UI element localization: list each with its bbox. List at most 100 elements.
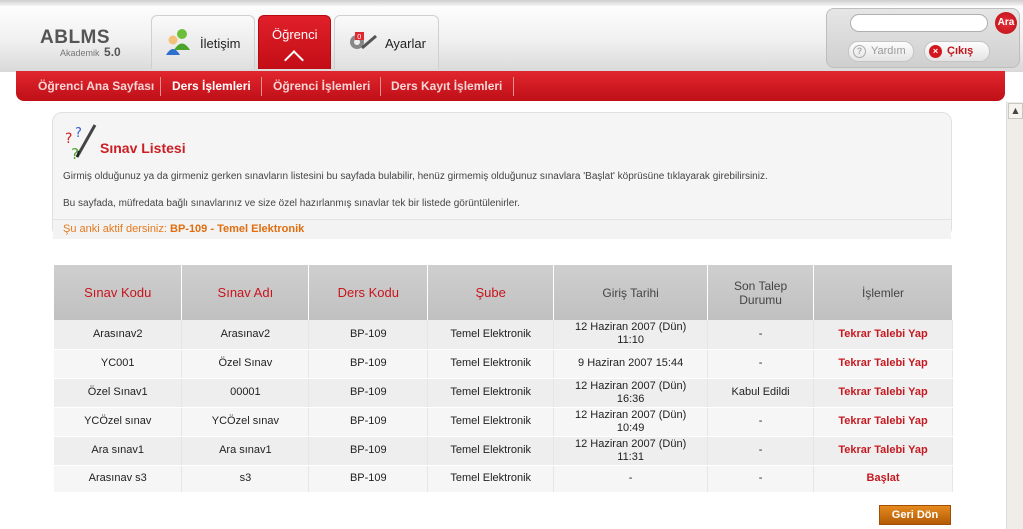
- search-button[interactable]: Ara: [995, 12, 1017, 34]
- page-title: Sınav Listesi: [100, 140, 186, 156]
- panel-description-1: Girmiş olduğunuz ya da girmeniz gerken s…: [63, 171, 768, 182]
- column-header-islemler: İşlemler: [813, 265, 953, 320]
- cell-request-status: -: [707, 320, 815, 350]
- column-header-sinav-adi[interactable]: Sınav Adı: [181, 265, 310, 320]
- cell-exam-code: Arasınav2: [54, 320, 183, 350]
- cell-exam-name: YCÖzel sınav: [181, 407, 310, 437]
- active-course-label: Şu anki aktif dersiniz:: [63, 223, 167, 235]
- cell-exam-code: YCÖzel sınav: [54, 407, 183, 437]
- cell-course-code: BP-109: [308, 349, 429, 379]
- cell-entry-date: 12 Haziran 2007 (Dün) 11:31: [553, 436, 709, 466]
- cell-request-status: -: [707, 407, 815, 437]
- column-header-son-talep-durumu: Son Talep Durumu: [707, 265, 815, 320]
- cell-exam-name: s3: [181, 465, 310, 493]
- close-icon: ×: [929, 45, 942, 58]
- info-panel: ? ? ? Sınav Listesi Girmiş olduğunuz ya …: [52, 112, 952, 239]
- search-input[interactable]: [850, 14, 988, 32]
- cell-exam-name: 00001: [181, 378, 310, 408]
- subnav-item-ogrenci-islemleri[interactable]: Öğrenci İşlemleri: [273, 71, 370, 101]
- exam-table: Sınav Kodu Sınav Adı Ders Kodu Şube Giri…: [54, 265, 953, 493]
- subnav-divider: [513, 77, 514, 96]
- tab-ayarlar[interactable]: 0 Ayarlar: [334, 15, 439, 69]
- request-retake-link[interactable]: Tekrar Talebi Yap: [813, 378, 953, 408]
- column-header-giris-tarihi: Giriş Tarihi: [553, 265, 709, 320]
- svg-text:?: ?: [75, 126, 82, 141]
- cell-branch: Temel Elektronik: [427, 436, 555, 466]
- cell-entry-date: 12 Haziran 2007 (Dün) 11:10: [553, 320, 709, 350]
- cell-branch: Temel Elektronik: [427, 407, 555, 437]
- subnav-item-ogrenci-ana-sayfasi[interactable]: Öğrenci Ana Sayfası: [38, 71, 154, 101]
- subnav-item-ders-kayit-islemleri[interactable]: Ders Kayıt İşlemleri: [391, 71, 502, 101]
- cell-branch: Temel Elektronik: [427, 378, 555, 408]
- cell-request-status: -: [707, 349, 815, 379]
- cell-entry-date: 12 Haziran 2007 (Dün) 16:36: [553, 378, 709, 408]
- cell-course-code: BP-109: [308, 320, 429, 350]
- request-retake-link[interactable]: Tekrar Talebi Yap: [813, 349, 953, 379]
- table-row: Ara sınav1 Ara sınav1 BP-109 Temel Elekt…: [54, 436, 953, 466]
- cell-exam-code: Ara sınav1: [54, 436, 183, 466]
- search-panel: Ara ? Yardım × Çıkış: [826, 8, 1020, 68]
- cell-branch: Temel Elektronik: [427, 349, 555, 379]
- column-header-sube[interactable]: Şube: [427, 265, 555, 320]
- table-row: YCÖzel sınav YCÖzel sınav BP-109 Temel E…: [54, 407, 953, 437]
- cell-exam-code: YC001: [54, 349, 183, 379]
- top-header: ABLMS Akademik 5.0 İletişim Öğrenci 0 Ay…: [0, 0, 1023, 72]
- subnav-divider: [380, 77, 381, 96]
- cell-exam-name: Arasınav2: [181, 320, 310, 350]
- cell-exam-name: Özel Sınav: [181, 349, 310, 379]
- tab-ogrenci[interactable]: Öğrenci: [258, 15, 331, 70]
- help-label: Yardım: [871, 45, 906, 57]
- panel-description-2: Bu sayfada, müfredata bağlı sınavlarınız…: [63, 198, 520, 209]
- help-icon: ?: [853, 45, 866, 58]
- quiz-pencil-icon: ? ? ?: [63, 121, 99, 165]
- cell-course-code: BP-109: [308, 407, 429, 437]
- column-header-ders-kodu[interactable]: Ders Kodu: [308, 265, 429, 320]
- table-row: Özel Sınav1 00001 BP-109 Temel Elektroni…: [54, 378, 953, 408]
- help-button[interactable]: ? Yardım: [848, 41, 914, 62]
- cell-exam-code: Özel Sınav1: [54, 378, 183, 408]
- logo-sub: Akademik 5.0: [60, 45, 121, 59]
- cell-course-code: BP-109: [308, 378, 429, 408]
- subnav-divider: [160, 77, 161, 96]
- svg-text:0: 0: [357, 33, 361, 41]
- active-course-bar: Şu anki aktif dersiniz: BP-109 - Temel E…: [53, 219, 951, 239]
- logout-button[interactable]: × Çıkış: [924, 41, 990, 62]
- app-logo[interactable]: ABLMS Akademik 5.0: [40, 27, 121, 59]
- cell-request-status: -: [707, 436, 815, 466]
- cell-branch: Temel Elektronik: [427, 465, 555, 493]
- subnav-item-ders-islemleri[interactable]: Ders İşlemleri: [172, 71, 251, 101]
- request-retake-link[interactable]: Tekrar Talebi Yap: [813, 436, 953, 466]
- cell-entry-date: 12 Haziran 2007 (Dün) 10:49: [553, 407, 709, 437]
- logout-label: Çıkış: [947, 45, 974, 57]
- scroll-up-arrow-icon[interactable]: ▲: [1008, 103, 1023, 119]
- table-row: Arasınav2 Arasınav2 BP-109 Temel Elektro…: [54, 320, 953, 350]
- cell-exam-name: Ara sınav1: [181, 436, 310, 466]
- column-header-sinav-kodu[interactable]: Sınav Kodu: [54, 265, 183, 320]
- request-retake-link[interactable]: Tekrar Talebi Yap: [813, 407, 953, 437]
- cell-entry-date: -: [553, 465, 709, 493]
- back-button[interactable]: Geri Dön: [879, 505, 951, 525]
- tab-ogrenci-label: Öğrenci: [272, 27, 318, 42]
- cell-course-code: BP-109: [308, 465, 429, 493]
- request-retake-link[interactable]: Tekrar Talebi Yap: [813, 320, 953, 350]
- active-course-info: Şu anki aktif dersiniz: BP-109 - Temel E…: [63, 223, 304, 235]
- contact-people-icon: [164, 28, 194, 60]
- active-course-name: BP-109 - Temel Elektronik: [170, 223, 305, 235]
- cell-course-code: BP-109: [308, 436, 429, 466]
- tab-iletisim[interactable]: İletişim: [151, 15, 255, 69]
- start-exam-link[interactable]: Başlat: [813, 465, 953, 493]
- tab-iletisim-label: İletişim: [200, 36, 241, 51]
- cell-entry-date: 9 Haziran 2007 15:44: [553, 349, 709, 379]
- table-row: YC001 Özel Sınav BP-109 Temel Elektronik…: [54, 349, 953, 379]
- cell-request-status: Kabul Edildi: [707, 378, 815, 408]
- active-tab-caret-icon: [284, 50, 304, 70]
- sub-nav: Öğrenci Ana Sayfası Ders İşlemleri Öğren…: [16, 71, 1005, 101]
- header-top-edge: [0, 0, 1023, 6]
- tab-ayarlar-label: Ayarlar: [385, 36, 426, 51]
- vertical-scrollbar[interactable]: ▲: [1006, 102, 1023, 529]
- settings-tools-icon: 0: [346, 28, 378, 60]
- table-row: Arasınav s3 s3 BP-109 Temel Elektronik -…: [54, 465, 953, 493]
- logo-version: 5.0: [104, 45, 121, 59]
- cell-exam-code: Arasınav s3: [54, 465, 183, 493]
- subnav-divider: [261, 77, 262, 96]
